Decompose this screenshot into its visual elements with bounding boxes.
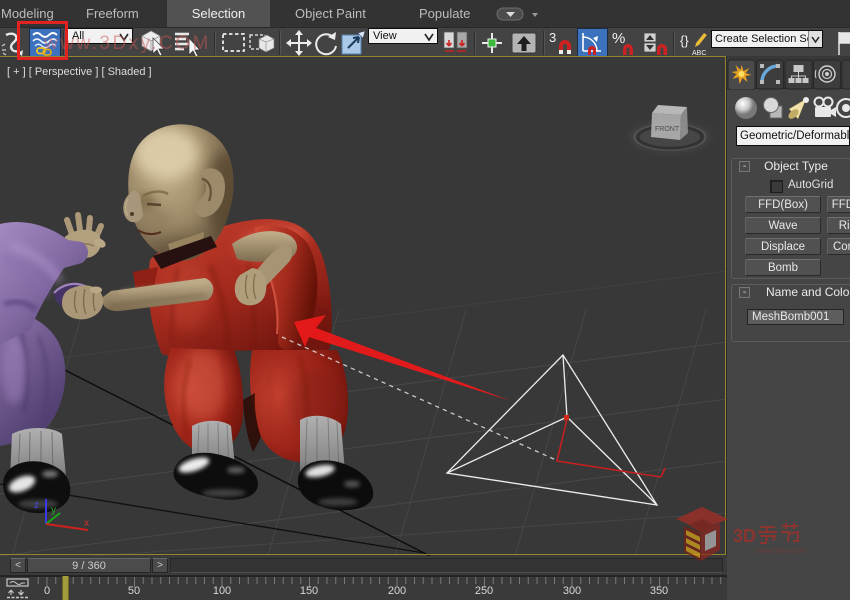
svg-text:z: z bbox=[34, 500, 39, 511]
svg-text:%: % bbox=[612, 30, 625, 47]
svg-text:FRONT: FRONT bbox=[655, 126, 680, 133]
svg-text:www.3dxy.com: www.3dxy.com bbox=[755, 546, 805, 555]
svg-text:y: y bbox=[51, 505, 56, 516]
svg-text:3: 3 bbox=[549, 30, 556, 45]
svg-text:3D: 3D bbox=[733, 526, 756, 546]
svg-text:{}: {} bbox=[680, 33, 689, 48]
svg-text:x: x bbox=[84, 518, 89, 529]
